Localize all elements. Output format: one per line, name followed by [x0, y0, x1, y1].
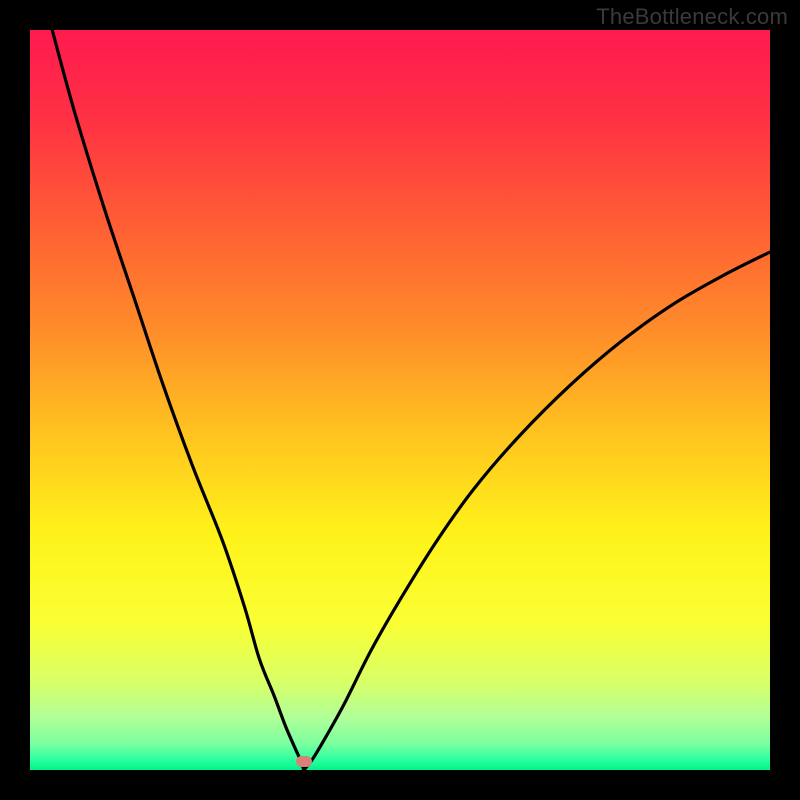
chart-frame: TheBottleneck.com	[0, 0, 800, 800]
optimal-marker	[296, 756, 312, 767]
attribution-text: TheBottleneck.com	[596, 4, 788, 30]
bottleneck-curve	[30, 30, 770, 770]
plot-area	[30, 30, 770, 770]
